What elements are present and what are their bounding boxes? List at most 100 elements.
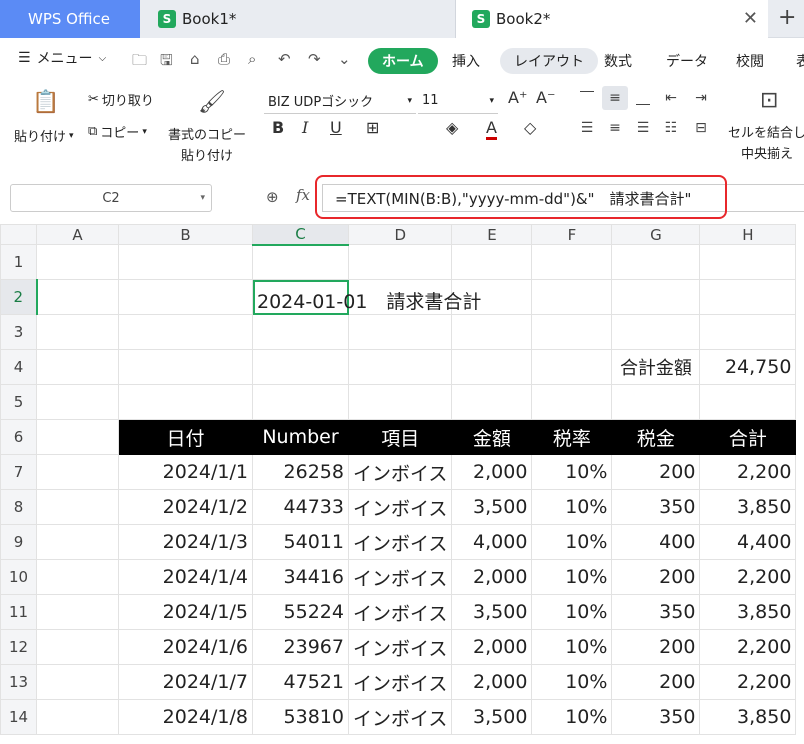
align-left-icon[interactable]: ☰ bbox=[574, 116, 600, 140]
table-cell[interactable]: 34416 bbox=[252, 559, 349, 595]
table-cell[interactable]: 400 bbox=[611, 524, 701, 560]
cell[interactable] bbox=[36, 419, 119, 455]
column-header-g[interactable]: G bbox=[611, 224, 701, 245]
table-cell[interactable]: 54011 bbox=[252, 524, 349, 560]
open-folder-icon[interactable]: 🗀 bbox=[132, 50, 147, 75]
bold-icon[interactable]: B bbox=[272, 118, 284, 137]
cell[interactable] bbox=[451, 384, 533, 420]
cell[interactable] bbox=[531, 244, 613, 280]
cell[interactable] bbox=[531, 384, 613, 420]
cell[interactable] bbox=[36, 559, 119, 595]
format-copy-button[interactable]: 書式のコピー 貼り付け bbox=[168, 124, 246, 164]
table-cell[interactable]: 2,200 bbox=[699, 629, 797, 665]
cell[interactable] bbox=[252, 349, 349, 385]
table-cell[interactable]: 3,500 bbox=[451, 699, 533, 735]
table-cell[interactable]: 3,850 bbox=[699, 699, 797, 735]
table-cell[interactable]: インボイス bbox=[347, 559, 453, 595]
cell[interactable] bbox=[36, 629, 119, 665]
table-cell[interactable]: 10% bbox=[531, 559, 613, 595]
cell[interactable] bbox=[451, 349, 533, 385]
cell[interactable] bbox=[36, 314, 119, 350]
cell[interactable] bbox=[347, 384, 453, 420]
cell[interactable] bbox=[451, 244, 533, 280]
row-header[interactable]: 11 bbox=[0, 594, 37, 630]
table-cell[interactable]: 2024/1/4 bbox=[118, 559, 253, 595]
cell[interactable] bbox=[531, 279, 613, 315]
tab-review[interactable]: 校閲 bbox=[736, 48, 764, 74]
tab-wps-office[interactable]: WPS Office bbox=[0, 0, 140, 38]
table-cell[interactable]: 2024/1/1 bbox=[118, 454, 253, 490]
format-painter-icon[interactable]: ⌂ bbox=[190, 50, 200, 68]
table-cell[interactable]: 10% bbox=[531, 489, 613, 525]
merge-center-button[interactable]: セルを結合し 中央揃え bbox=[728, 122, 804, 162]
column-header-a[interactable]: A bbox=[36, 224, 119, 245]
table-cell[interactable]: インボイス bbox=[347, 664, 453, 700]
cell[interactable] bbox=[36, 349, 119, 385]
print-icon[interactable]: ⎙ bbox=[218, 50, 230, 68]
cell[interactable] bbox=[36, 489, 119, 525]
align-top-icon[interactable]: ⎺ bbox=[574, 86, 600, 110]
table-header-item[interactable]: 項目 bbox=[347, 419, 453, 455]
row-header[interactable]: 6 bbox=[0, 419, 37, 455]
row-header[interactable]: 9 bbox=[0, 524, 37, 560]
total-label-cell[interactable]: 合計金額 bbox=[611, 349, 701, 385]
cell[interactable] bbox=[347, 314, 453, 350]
column-header-c[interactable]: C bbox=[252, 224, 349, 246]
cell[interactable] bbox=[118, 384, 253, 420]
customize-icon[interactable]: ⌄ bbox=[338, 50, 351, 68]
cell[interactable] bbox=[36, 244, 119, 280]
font-name-select[interactable]: BIZ UDPゴシック ▾ bbox=[264, 88, 416, 114]
cell[interactable] bbox=[531, 314, 613, 350]
row-header[interactable]: 5 bbox=[0, 384, 37, 420]
border-icon[interactable]: ⊞ bbox=[366, 118, 379, 137]
table-cell[interactable]: インボイス bbox=[347, 489, 453, 525]
cell[interactable] bbox=[347, 349, 453, 385]
table-cell[interactable]: 47521 bbox=[252, 664, 349, 700]
tab-book2[interactable]: S Book2* ✕ bbox=[456, 0, 768, 38]
table-cell[interactable]: 2,000 bbox=[451, 629, 533, 665]
row-header[interactable]: 2 bbox=[0, 279, 38, 315]
table-cell[interactable]: 200 bbox=[611, 454, 701, 490]
cell[interactable] bbox=[611, 314, 701, 350]
paste-icon[interactable]: 📋 bbox=[32, 90, 59, 115]
row-header[interactable]: 4 bbox=[0, 349, 37, 385]
underline-icon[interactable]: U bbox=[330, 118, 342, 137]
cell[interactable] bbox=[699, 384, 797, 420]
redo-icon[interactable]: ↷ bbox=[308, 50, 321, 68]
cell[interactable] bbox=[36, 524, 119, 560]
tab-data[interactable]: データ bbox=[666, 48, 708, 74]
tab-book1[interactable]: S Book1* bbox=[140, 0, 456, 38]
table-header-amount[interactable]: 金額 bbox=[451, 419, 533, 455]
column-header-d[interactable]: D bbox=[347, 224, 453, 245]
cell[interactable] bbox=[118, 349, 253, 385]
distribute-icon[interactable]: ⊟ bbox=[688, 116, 714, 140]
table-cell[interactable]: 2024/1/3 bbox=[118, 524, 253, 560]
table-cell[interactable]: 2024/1/6 bbox=[118, 629, 253, 665]
increase-font-icon[interactable]: A⁺ bbox=[508, 88, 527, 107]
italic-icon[interactable]: I bbox=[302, 118, 308, 137]
table-cell[interactable]: 26258 bbox=[252, 454, 349, 490]
align-middle-icon[interactable]: ≡ bbox=[602, 86, 628, 110]
tab-home[interactable]: ホーム bbox=[368, 48, 438, 74]
cell[interactable] bbox=[611, 384, 701, 420]
table-cell[interactable]: 10% bbox=[531, 629, 613, 665]
row-header[interactable]: 13 bbox=[0, 664, 37, 700]
tab-layout[interactable]: レイアウト bbox=[500, 48, 598, 74]
add-tab-icon[interactable]: + bbox=[778, 5, 796, 30]
cell[interactable] bbox=[36, 279, 119, 315]
table-header-total[interactable]: 合計 bbox=[699, 419, 797, 455]
cell[interactable] bbox=[118, 314, 253, 350]
row-header[interactable]: 10 bbox=[0, 559, 37, 595]
copy-button[interactable]: ⧉ コピー ▾ bbox=[88, 122, 147, 141]
cell[interactable] bbox=[611, 244, 701, 280]
table-header-tax-rate[interactable]: 税率 bbox=[531, 419, 613, 455]
menu-button[interactable]: ☰ メニュー ⌵ bbox=[18, 48, 106, 68]
row-header[interactable]: 14 bbox=[0, 699, 37, 735]
align-bottom-icon[interactable]: ⎽ bbox=[630, 86, 656, 110]
table-cell[interactable]: 350 bbox=[611, 594, 701, 630]
merge-center-icon[interactable]: ⊡ bbox=[760, 88, 778, 113]
table-cell[interactable]: 2,000 bbox=[451, 454, 533, 490]
table-cell[interactable]: インボイス bbox=[347, 594, 453, 630]
close-icon[interactable]: ✕ bbox=[743, 8, 758, 29]
table-cell[interactable]: 10% bbox=[531, 699, 613, 735]
